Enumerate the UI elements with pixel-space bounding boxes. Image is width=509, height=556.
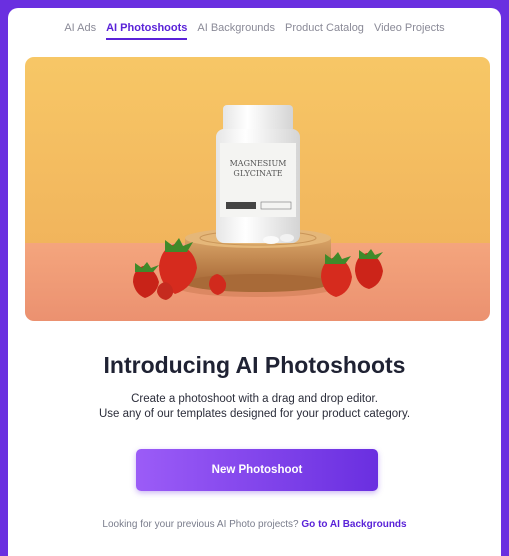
capsule-2 (280, 234, 294, 242)
description-line-1: Create a photoshoot with a drag and drop… (131, 393, 378, 405)
bottle-cap (223, 105, 293, 133)
page-title: Introducing AI Photoshoots (103, 352, 406, 378)
tab-video-projects[interactable]: Video Projects (374, 22, 445, 40)
capsule-1 (263, 236, 279, 244)
description-line-2: Use any of our templates designed for yo… (98, 408, 411, 420)
new-photoshoot-button[interactable]: New Photoshoot (136, 449, 378, 491)
bottle-label-box-left (226, 202, 256, 209)
bottle-label-line2: GLYCINATE (233, 169, 282, 178)
tab-product-catalog[interactable]: Product Catalog (285, 22, 364, 40)
hero-image: MAGNESIUM GLYCINATE (25, 57, 490, 321)
tab-ai-photoshoots[interactable]: AI Photoshoots (106, 22, 188, 40)
product-photo: MAGNESIUM GLYCINATE (25, 57, 490, 321)
main-card: AI Ads AI Photoshoots AI Backgrounds Pro… (8, 8, 501, 556)
description: Create a photoshoot with a drag and drop… (8, 392, 501, 422)
go-to-ai-backgrounds-link[interactable]: Go to AI Backgrounds (301, 519, 406, 530)
tab-ai-backgrounds[interactable]: AI Backgrounds (197, 22, 275, 40)
tab-ai-ads[interactable]: AI Ads (64, 22, 96, 40)
bottle-label-line1: MAGNESIUM (230, 159, 287, 168)
pedestal-bottom (185, 274, 331, 292)
footer-note: Looking for your previous AI Photo proje… (8, 519, 501, 530)
footer-text: Looking for your previous AI Photo proje… (102, 519, 299, 530)
tab-bar: AI Ads AI Photoshoots AI Backgrounds Pro… (8, 22, 501, 40)
